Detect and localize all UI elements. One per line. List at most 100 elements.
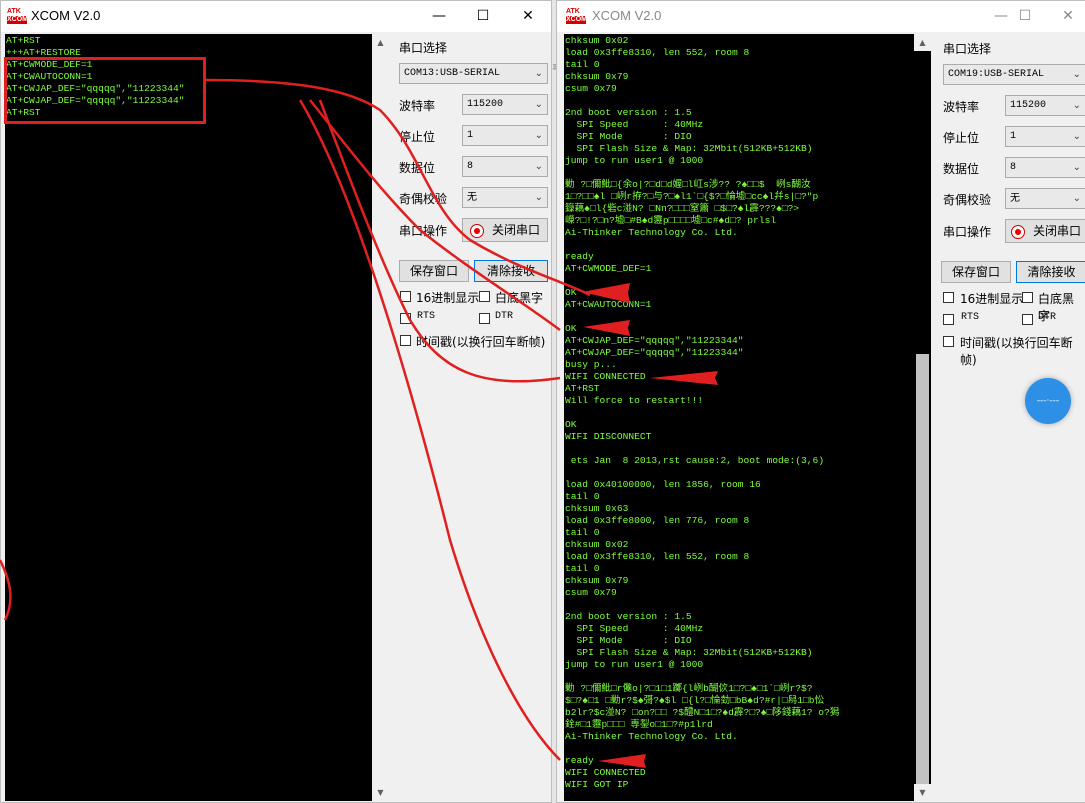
left-title-bar: ATK XCOM XCOM V2.0 — ☐ ✕: [1, 1, 551, 32]
right-title-bar: ATK XCOM XCOM V2.0 — ☐ ✕: [557, 1, 1085, 32]
save-window-button[interactable]: 保存窗口: [399, 260, 469, 282]
close-port-button[interactable]: 关闭串口: [1005, 219, 1085, 243]
chevron-down-icon: ⌄: [1072, 193, 1081, 204]
data-bits-value: 8: [1010, 162, 1017, 173]
parity-label: 奇偶校验: [943, 193, 992, 207]
timestamp-label: 时间戳(以换行回车断帧): [416, 335, 546, 349]
timestamp-label: 时间戳(以换行回车断帧): [960, 336, 1073, 367]
dtr-checkbox[interactable]: [1022, 314, 1033, 325]
close-port-label: 关闭串口: [491, 223, 540, 237]
close-icon[interactable]: ✕: [1046, 1, 1085, 32]
stop-bits-value: 1: [1010, 131, 1017, 142]
window-title: XCOM V2.0: [31, 8, 101, 23]
maximize-icon[interactable]: ☐: [461, 1, 505, 32]
port-select[interactable]: COM19:USB-SERIAL ⌄: [943, 64, 1085, 85]
right-xcom-window: ATK XCOM XCOM V2.0 — ☐ ✕ chksum 0x02 loa…: [556, 0, 1085, 803]
dtr-label: DTR: [1038, 312, 1057, 323]
xcom-logo-icon: ATK XCOM: [7, 8, 28, 26]
terminal-scrollbar[interactable]: ▲ ▼: [914, 34, 931, 801]
baud-value: 115200: [467, 99, 504, 110]
chevron-down-icon: ⌄: [1072, 131, 1081, 142]
receive-terminal[interactable]: AT+RST +++AT+RESTORE AT+CWMODE_DEF=1 AT+…: [5, 34, 372, 801]
parity-value: 无: [467, 192, 477, 203]
background-text-fragment: 韦: [552, 60, 556, 75]
timestamp-checkbox[interactable]: [400, 335, 411, 346]
baud-value: 115200: [1010, 100, 1047, 111]
left-xcom-window: ATK XCOM XCOM V2.0 — ☐ ✕ AT+RST +++AT+RE…: [0, 0, 552, 803]
chevron-down-icon: ⌄: [534, 130, 543, 141]
logo-bottom-text: XCOM: [566, 16, 587, 24]
dtr-label: DTR: [495, 311, 514, 322]
close-port-button[interactable]: 关闭串口: [462, 218, 548, 242]
xcom-logo-icon: ATK XCOM: [566, 8, 587, 26]
stop-bits-label: 停止位: [943, 131, 980, 145]
chevron-down-icon: ⌄: [1072, 162, 1081, 173]
rts-label: RTS: [417, 311, 436, 322]
chevron-down-icon: ⌄: [1072, 100, 1081, 111]
white-black-checkbox[interactable]: [1022, 292, 1033, 303]
port-status-icon: [469, 223, 484, 238]
minimize-icon[interactable]: —: [417, 1, 461, 32]
close-port-label: 关闭串口: [1032, 224, 1081, 238]
hex-display-label: 16进制显示: [416, 291, 480, 305]
float-ball-icon[interactable]: ---·---: [1025, 378, 1071, 424]
scroll-down-icon[interactable]: ▼: [372, 784, 389, 801]
data-bits-select[interactable]: 8 ⌄: [1005, 157, 1085, 178]
hex-display-label: 16进制显示: [960, 292, 1024, 306]
logo-top-text: ATK: [566, 8, 580, 15]
scrollbar-thumb[interactable]: [916, 354, 929, 794]
receive-terminal[interactable]: chksum 0x02 load 0x3ffe8310, len 552, ro…: [564, 34, 914, 801]
parity-value: 无: [1010, 193, 1020, 204]
rts-checkbox[interactable]: [400, 313, 411, 324]
chevron-down-icon: ⌄: [534, 99, 543, 110]
chevron-down-icon: ⌄: [1072, 69, 1081, 80]
data-bits-label: 数据位: [943, 162, 980, 176]
port-op-label: 串口操作: [943, 225, 992, 239]
stop-bits-label: 停止位: [399, 130, 436, 144]
annotation-highlight-box: [4, 57, 206, 124]
chevron-down-icon: ⌄: [534, 161, 543, 172]
window-title: XCOM V2.0: [592, 8, 662, 23]
parity-select[interactable]: 无 ⌄: [462, 187, 548, 208]
port-select[interactable]: COM13:USB-SERIAL ⌄: [399, 63, 548, 84]
stop-bits-select[interactable]: 1 ⌄: [1005, 126, 1085, 147]
save-window-button[interactable]: 保存窗口: [941, 261, 1011, 283]
scroll-up-icon[interactable]: ▲: [914, 34, 931, 51]
baud-select[interactable]: 115200 ⌄: [1005, 95, 1085, 116]
white-black-checkbox[interactable]: [479, 291, 490, 302]
baud-label: 波特率: [399, 99, 436, 113]
clear-receive-button[interactable]: 清除接收: [1016, 261, 1085, 283]
terminal-scrollbar[interactable]: ▲ ▼: [372, 34, 389, 801]
hex-display-checkbox[interactable]: [400, 291, 411, 302]
parity-select[interactable]: 无 ⌄: [1005, 188, 1085, 209]
port-select-value: COM13:USB-SERIAL: [404, 68, 501, 79]
chevron-down-icon: ⌄: [534, 68, 543, 79]
hex-display-checkbox[interactable]: [943, 292, 954, 303]
terminal-text: chksum 0x02 load 0x3ffe8310, len 552, ro…: [565, 35, 840, 790]
port-select-label: 串口选择: [399, 41, 448, 55]
dtr-checkbox[interactable]: [479, 313, 490, 324]
baud-label: 波特率: [943, 100, 980, 114]
rts-checkbox[interactable]: [943, 314, 954, 325]
clear-receive-button[interactable]: 清除接收: [474, 260, 548, 282]
white-black-label: 白底黑字: [495, 291, 544, 305]
stop-bits-select[interactable]: 1 ⌄: [462, 125, 548, 146]
data-bits-select[interactable]: 8 ⌄: [462, 156, 548, 177]
logo-bottom-text: XCOM: [7, 16, 28, 24]
baud-select[interactable]: 115200 ⌄: [462, 94, 548, 115]
background-window-strip: 韦: [552, 0, 556, 803]
rts-label: RTS: [961, 312, 980, 323]
port-op-label: 串口操作: [399, 224, 448, 238]
stop-bits-value: 1: [467, 130, 474, 141]
data-bits-value: 8: [467, 161, 474, 172]
timestamp-checkbox[interactable]: [943, 336, 954, 347]
maximize-icon[interactable]: ☐: [1003, 1, 1047, 32]
port-status-icon: [1010, 224, 1025, 239]
logo-top-text: ATK: [7, 8, 21, 15]
parity-label: 奇偶校验: [399, 192, 448, 206]
scroll-down-icon[interactable]: ▼: [914, 784, 931, 801]
scroll-up-icon[interactable]: ▲: [372, 34, 389, 51]
close-icon[interactable]: ✕: [506, 1, 550, 32]
port-select-value: COM19:USB-SERIAL: [948, 69, 1045, 80]
data-bits-label: 数据位: [399, 161, 436, 175]
